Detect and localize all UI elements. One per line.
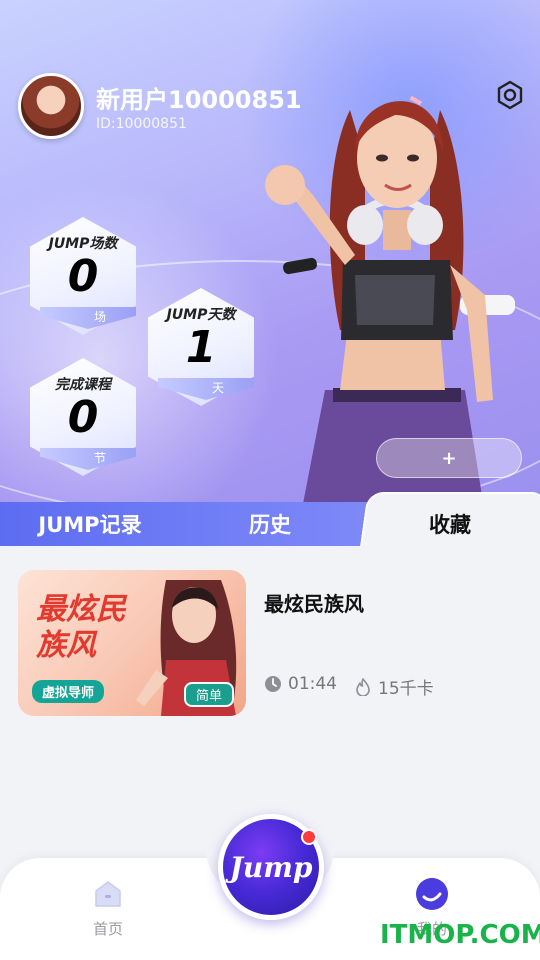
tab-history[interactable]: 历史 [210, 502, 330, 546]
stat-completed-courses: 完成课程 0 节 [30, 358, 136, 476]
stat-value: 0 [67, 392, 99, 443]
stat-label: JUMP场数 [48, 236, 118, 252]
watermark: ITMOP.COM [380, 920, 540, 950]
stat-value: 1 [185, 322, 217, 373]
jump-center-button[interactable]: Jump [218, 814, 324, 920]
gear-icon[interactable] [495, 80, 525, 110]
course-duration: 01:44 [264, 674, 337, 694]
nav-home-label: 首页 [92, 920, 123, 938]
add-button[interactable]: + [376, 438, 522, 478]
user-id: ID:10000851 [96, 116, 187, 132]
thumbnail-title: 最炫民族风 [36, 592, 126, 663]
stat-jump-sessions: JUMP场数 0 场 [30, 217, 136, 335]
avatar[interactable] [18, 73, 84, 139]
stat-unit: 节 [93, 451, 106, 465]
unit-strip [40, 307, 136, 329]
stat-unit: 场 [93, 310, 106, 324]
tab-favorites[interactable]: 收藏 [380, 502, 520, 546]
duration-value: 01:44 [288, 674, 337, 694]
profile-icon [416, 878, 448, 910]
tab-jump-records[interactable]: JUMP记录 [20, 502, 160, 546]
jump-logo: Jump [229, 850, 313, 884]
favorite-course-card[interactable]: 最炫民族风 虚拟导师 简单 最炫民族风 01:44 15千卡 [18, 570, 522, 716]
stat-value: 0 [67, 251, 99, 302]
profile-hero: 新用户10000851 ID:10000851 JUMP场数 0 场 JUMP天… [0, 0, 540, 545]
virtual-coach-tag: 虚拟导师 [32, 680, 105, 703]
unit-strip [158, 378, 254, 400]
course-thumbnail[interactable]: 最炫民族风 虚拟导师 简单 [18, 570, 246, 716]
clock-icon [265, 676, 281, 692]
stat-unit: 天 [211, 381, 224, 395]
flame-icon [356, 677, 370, 696]
record-tabs: JUMP记录 历史 收藏 [0, 492, 540, 546]
course-title[interactable]: 最炫民族风 [264, 588, 364, 617]
home-icon [95, 881, 121, 907]
difficulty-badge: 简单 [184, 682, 235, 707]
nav-home[interactable]: 首页 [68, 876, 148, 939]
stat-label: 完成课程 [55, 377, 111, 393]
unit-strip [40, 448, 136, 470]
stat-jump-days: JUMP天数 1 天 [148, 288, 254, 406]
notification-dot [301, 829, 317, 845]
calories-value: 15千卡 [378, 679, 434, 699]
course-calories: 15千卡 [354, 674, 434, 699]
username: 新用户10000851 [96, 86, 302, 114]
stat-label: JUMP天数 [166, 307, 236, 323]
